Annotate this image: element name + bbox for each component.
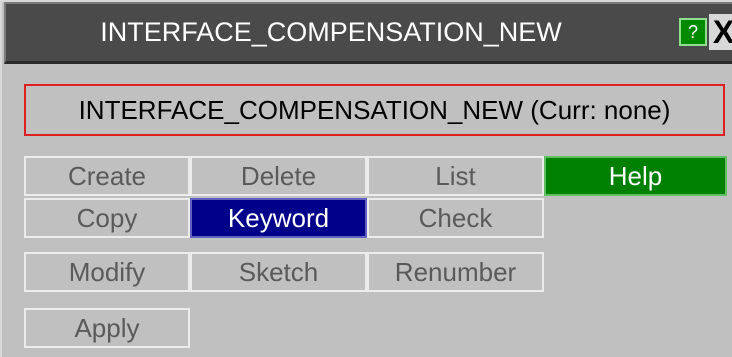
create-button[interactable]: Create (24, 156, 190, 196)
sketch-button[interactable]: Sketch (190, 252, 367, 292)
check-button[interactable]: Check (367, 198, 544, 238)
keyword-button[interactable]: Keyword (190, 198, 367, 238)
close-icon[interactable]: X (709, 14, 732, 50)
window-title: INTERFACE_COMPENSATION_NEW (100, 17, 562, 47)
renumber-button[interactable]: Renumber (367, 252, 544, 292)
interface-compensation-panel: INTERFACE_COMPENSATION_NEW ? X INTERFACE… (0, 0, 732, 357)
apply-button[interactable]: Apply (24, 308, 190, 348)
help-button[interactable]: Help (544, 156, 727, 196)
modify-button[interactable]: Modify (24, 252, 190, 292)
delete-button[interactable]: Delete (190, 156, 367, 196)
copy-button[interactable]: Copy (24, 198, 190, 238)
current-selection-display: INTERFACE_COMPENSATION_NEW (Curr: none) (24, 84, 725, 136)
list-button[interactable]: List (367, 156, 544, 196)
title-bar[interactable]: INTERFACE_COMPENSATION_NEW ? X (4, 2, 732, 64)
help-icon[interactable]: ? (679, 18, 707, 46)
